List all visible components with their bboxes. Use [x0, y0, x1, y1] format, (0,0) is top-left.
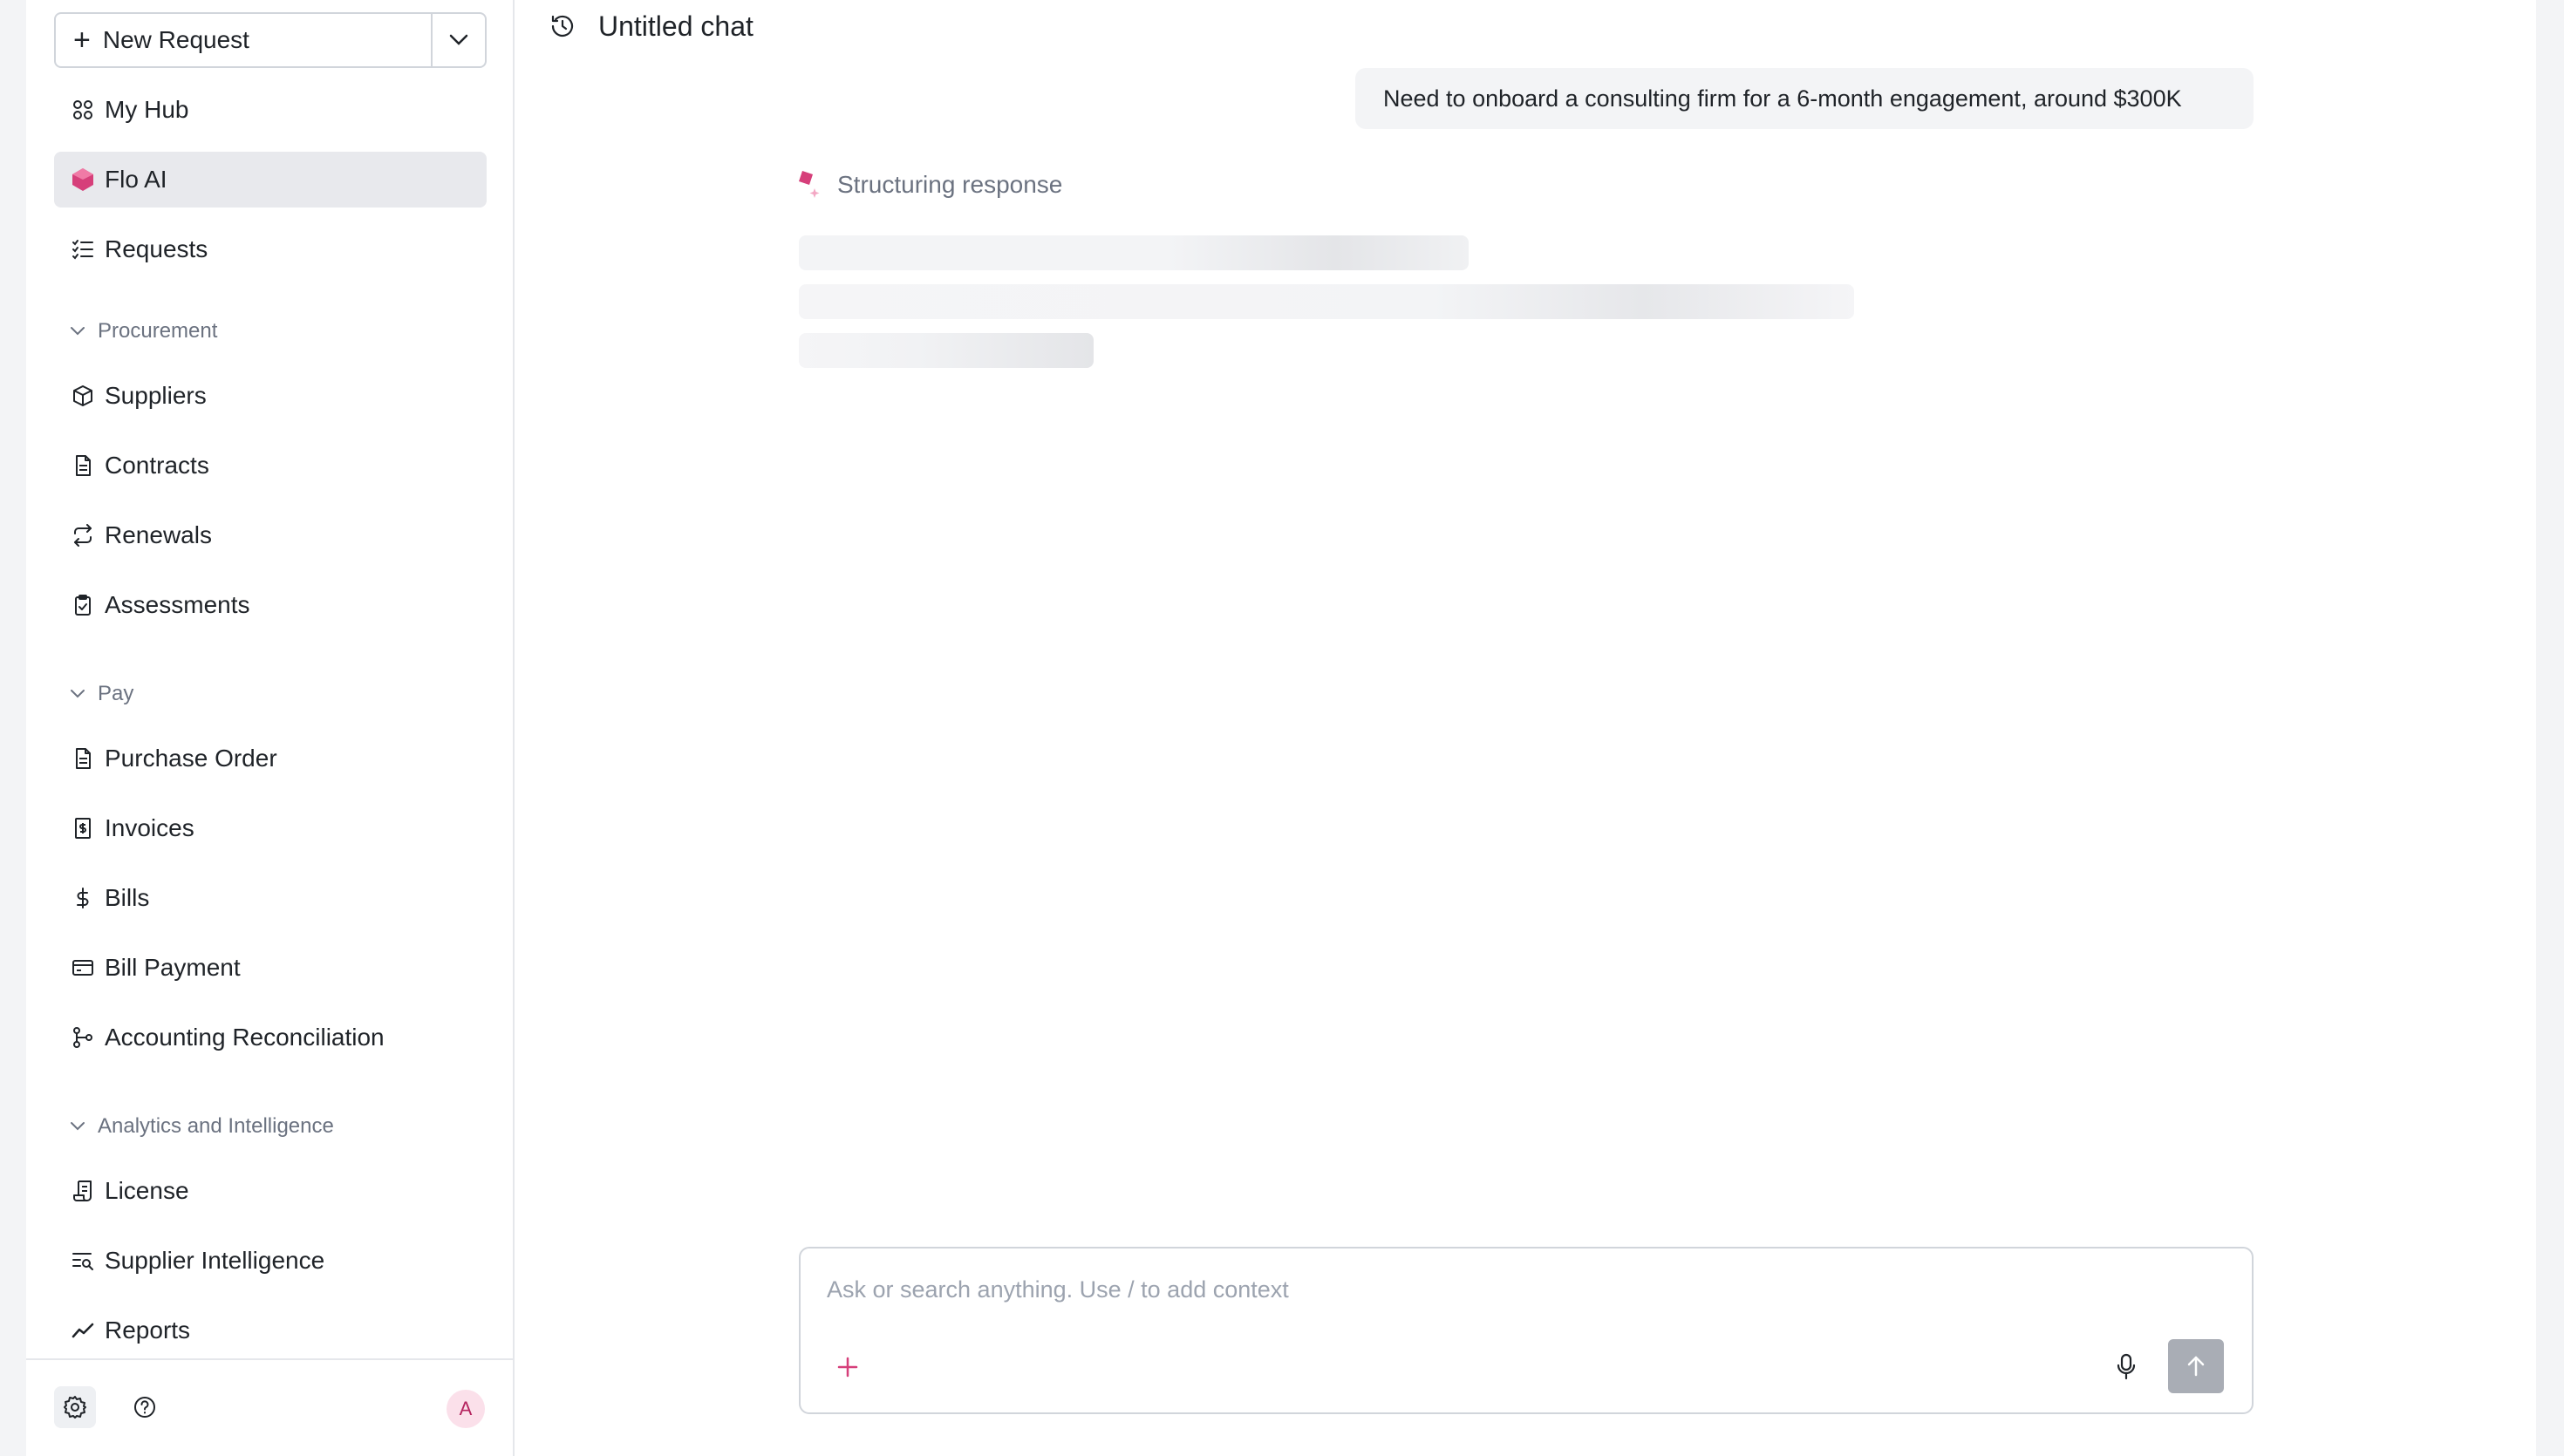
skeleton-line [799, 235, 1469, 270]
document-icon [70, 745, 96, 772]
status-text: Structuring response [837, 171, 1063, 198]
user-message-text: Need to onboard a consulting firm for a … [1383, 85, 2182, 112]
sidebar-item-license[interactable]: License [54, 1163, 487, 1219]
right-gutter [2536, 0, 2564, 1456]
sidebar-item-label: Supplier Intelligence [105, 1247, 325, 1274]
left-gutter [0, 0, 26, 1456]
section-pay[interactable]: Pay [70, 682, 133, 706]
sidebar-item-label: Accounting Reconciliation [105, 1024, 385, 1051]
response-status: Structuring response [797, 169, 1062, 201]
sidebar-item-label: Renewals [105, 521, 212, 548]
list-check-icon [70, 236, 96, 262]
clipboard-check-icon [70, 592, 96, 618]
composer-input[interactable]: Ask or search anything. Use / to add con… [827, 1276, 1289, 1303]
receipt-icon [70, 815, 96, 841]
section-label: Procurement [98, 319, 218, 343]
sidebar-item-accounting-reconciliation[interactable]: Accounting Reconciliation [54, 1010, 487, 1065]
sidebar-item-requests[interactable]: Requests [54, 221, 487, 277]
avatar[interactable]: A [447, 1390, 485, 1428]
sidebar-item-suppliers[interactable]: Suppliers [54, 368, 487, 424]
new-request-button[interactable]: + New Request [56, 14, 431, 66]
text-search-icon [70, 1248, 96, 1274]
chat-main: Untitled chat Need to onboard a consulti… [515, 0, 2536, 1456]
new-request-dropdown-button[interactable] [431, 14, 485, 66]
dollar-icon [70, 885, 96, 911]
sidebar-item-purchase-order[interactable]: Purchase Order [54, 731, 487, 786]
sidebar-item-label: Suppliers [105, 382, 207, 409]
flo-sparkle-icon [799, 171, 820, 198]
git-branch-icon [70, 1024, 96, 1051]
document-icon [70, 452, 96, 479]
send-button[interactable] [2168, 1339, 2224, 1393]
package-icon [70, 383, 96, 409]
sidebar-item-flo-ai[interactable]: Flo AI [54, 152, 487, 208]
repeat-icon [70, 522, 96, 548]
skeleton-line [799, 284, 1854, 319]
sidebar-item-label: Requests [105, 235, 208, 262]
sidebar-item-invoices[interactable]: Invoices [54, 800, 487, 856]
plus-icon: + [73, 24, 91, 57]
chat-composer: Ask or search anything. Use / to add con… [799, 1247, 2254, 1414]
section-procurement[interactable]: Procurement [70, 319, 217, 344]
sidebar-item-supplier-intelligence[interactable]: Supplier Intelligence [54, 1233, 487, 1289]
voice-input-button[interactable] [2109, 1350, 2144, 1385]
trend-up-icon [70, 1317, 96, 1344]
help-circle-icon [134, 1397, 155, 1418]
add-context-button[interactable] [832, 1351, 863, 1383]
sidebar-item-label: Reports [105, 1317, 191, 1344]
chevron-down-icon [71, 690, 85, 698]
new-request-label: New Request [102, 26, 249, 53]
sidebar-item-label: Bills [105, 884, 150, 911]
avatar-initial: A [459, 1398, 473, 1419]
new-request-split-button: + New Request [54, 12, 487, 68]
skeleton-line [799, 333, 1094, 368]
chat-title[interactable]: Untitled chat [598, 10, 754, 43]
sidebar-item-bill-payment[interactable]: Bill Payment [54, 940, 487, 996]
plus-icon [837, 1357, 858, 1378]
sidebar-item-bills[interactable]: Bills [54, 870, 487, 926]
history-button[interactable] [549, 13, 576, 39]
sidebar-item-label: Flo AI [105, 166, 167, 193]
sidebar-item-label: Contracts [105, 452, 209, 479]
arrow-up-icon [2187, 1356, 2205, 1377]
scroll-icon [70, 1178, 96, 1204]
sidebar-item-renewals[interactable]: Renewals [54, 507, 487, 563]
sidebar-item-label: Bill Payment [105, 954, 241, 981]
sidebar-footer: A [26, 1358, 515, 1456]
chevron-down-icon [449, 34, 468, 45]
section-label: Pay [98, 682, 134, 705]
sidebar-item-assessments[interactable]: Assessments [54, 577, 487, 633]
sidebar-item-contracts[interactable]: Contracts [54, 438, 487, 493]
sidebar-item-label: My Hub [105, 96, 189, 123]
flo-ai-logo-icon [70, 167, 96, 193]
section-label: Analytics and Intelligence [98, 1114, 334, 1138]
user-message-bubble: Need to onboard a consulting firm for a … [1355, 68, 2254, 129]
chevron-down-icon [71, 327, 85, 336]
chevron-down-icon [71, 1122, 85, 1131]
history-icon [551, 15, 574, 37]
sidebar-item-my-hub[interactable]: My Hub [54, 82, 487, 138]
microphone-icon [2117, 1353, 2136, 1380]
sidebar-item-label: Assessments [105, 591, 250, 618]
help-button[interactable] [124, 1386, 166, 1428]
hub-icon [70, 97, 96, 123]
sidebar: + New Request My Hub Flo AI Requests Pro… [26, 0, 515, 1456]
gear-icon [64, 1396, 86, 1419]
settings-button[interactable] [54, 1386, 96, 1428]
chat-header: Untitled chat [549, 7, 754, 45]
sidebar-item-label: Invoices [105, 814, 194, 841]
sidebar-item-label: License [105, 1177, 189, 1204]
sidebar-item-reports[interactable]: Reports [54, 1303, 487, 1358]
credit-card-icon [70, 955, 96, 981]
sidebar-item-label: Purchase Order [105, 745, 277, 772]
section-analytics[interactable]: Analytics and Intelligence [70, 1114, 334, 1139]
